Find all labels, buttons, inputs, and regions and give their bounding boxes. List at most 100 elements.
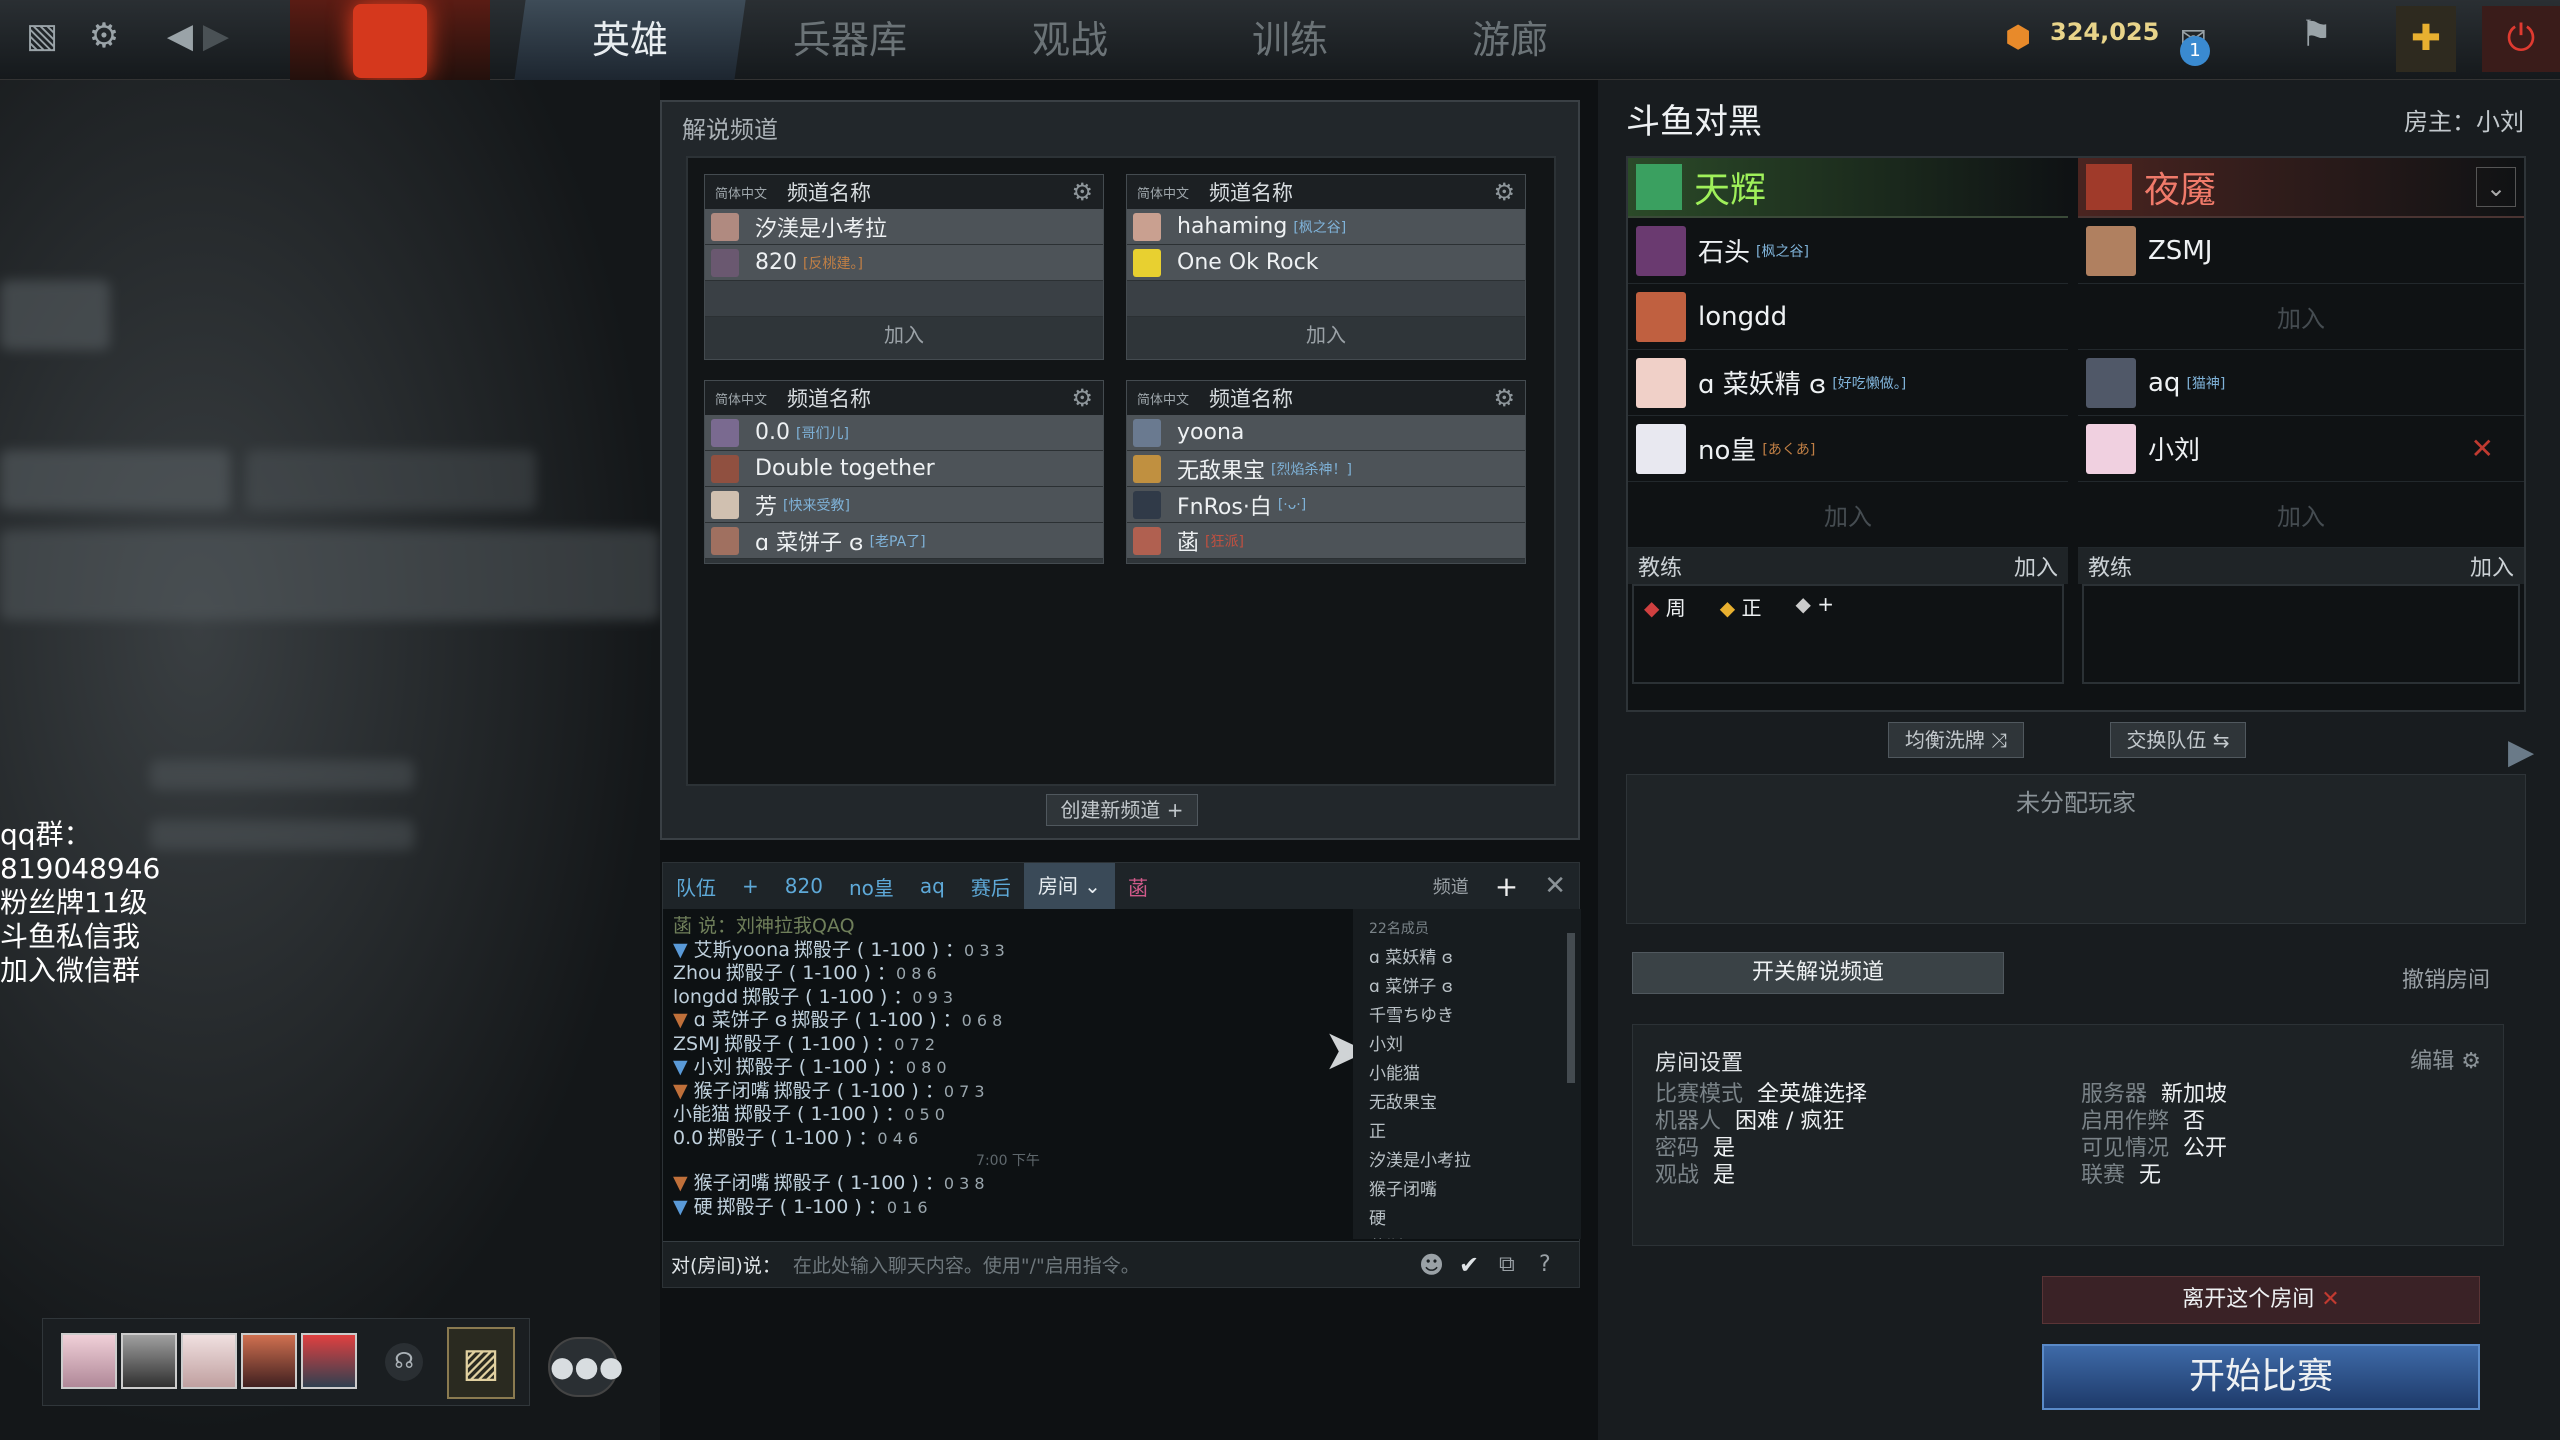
chat-sender[interactable]: Zhou xyxy=(673,962,722,984)
avatar[interactable] xyxy=(241,1333,297,1389)
chat-tab-no[interactable]: no皇 xyxy=(836,872,907,901)
gear-icon[interactable]: ⚙ xyxy=(1493,178,1515,206)
currency-amount[interactable]: 324,025 xyxy=(2050,18,2159,46)
chat-tab-han[interactable]: 菡 xyxy=(1115,872,1161,901)
avatar[interactable] xyxy=(181,1333,237,1389)
power-icon[interactable]: ⏻ xyxy=(2482,6,2560,72)
caster-channel-toggle[interactable]: 开关解说频道 xyxy=(1632,952,2004,994)
kick-icon[interactable]: ✕ xyxy=(2471,432,2494,465)
unassigned-players[interactable]: 未分配玩家 xyxy=(1626,774,2526,924)
player-slot[interactable]: ɑ 菜妖精 ɞ [好吃懒做。] xyxy=(1628,350,2068,416)
help-icon[interactable]: ? xyxy=(1539,1252,1579,1277)
tab-heroes[interactable]: 英雄 xyxy=(514,0,746,80)
cancel-room-button[interactable]: 撤销房间 xyxy=(2402,962,2490,994)
gear-icon[interactable]: ⚙ xyxy=(82,14,126,58)
member-entry[interactable]: 正 xyxy=(1369,1118,1581,1147)
plus-icon[interactable]: ✚ xyxy=(2396,6,2456,72)
member-entry[interactable]: 汐渼是小考拉 xyxy=(1369,1147,1581,1176)
channel-join-button[interactable]: 加入 xyxy=(1127,317,1525,353)
channel-member[interactable]: 无敌果宝 [烈焰杀神！] xyxy=(1127,451,1525,487)
chat-tab-aq[interactable]: aq xyxy=(907,874,958,898)
channel-member[interactable]: 汐渼是小考拉 xyxy=(705,209,1103,245)
channel-label[interactable]: 频道 xyxy=(1420,873,1482,899)
empty-slot-join[interactable]: 加入 xyxy=(1628,482,2068,548)
chat-sender[interactable]: 硬 xyxy=(694,1196,713,1218)
channel-member[interactable]: FnRos·白 [·ᴗ·] xyxy=(1127,487,1525,523)
notification-badge[interactable]: 1 xyxy=(2180,36,2210,66)
coach-entry[interactable]: ◆ 正 xyxy=(1720,592,1762,621)
member-entry[interactable]: ɑ 菜妖精 ɞ xyxy=(1369,944,1581,973)
channel-member[interactable]: 820 [反桃建。] xyxy=(705,245,1103,281)
channel-member[interactable]: 0.0 [哥们儿] xyxy=(705,415,1103,451)
chat-sender[interactable]: longdd xyxy=(673,986,738,1008)
channel-member[interactable]: hahaming [枫之谷] xyxy=(1127,209,1525,245)
coach-entry[interactable]: ◆ + xyxy=(1796,592,1835,616)
swap-teams-button[interactable]: 交换队伍 ⇆ xyxy=(2110,722,2246,758)
coach-join-button[interactable]: 加入 xyxy=(2470,550,2514,582)
channel-member[interactable]: ɑ 菜饼子 ɞ [老PA了] xyxy=(705,523,1103,559)
start-game-button[interactable]: 开始比赛 xyxy=(2042,1344,2480,1410)
member-entry[interactable]: 艾斯yoona xyxy=(1369,1234,1581,1239)
coach-join-button[interactable]: 加入 xyxy=(2014,550,2058,582)
dota-logo[interactable] xyxy=(290,0,490,82)
tab-arcade[interactable]: 游廊 xyxy=(1394,0,1625,80)
chat-tab-add[interactable]: + xyxy=(729,874,772,898)
emoji-icon[interactable]: ☻ xyxy=(1419,1251,1459,1279)
coach-entry[interactable]: ◆ 周 xyxy=(1644,592,1686,621)
member-entry[interactable]: 小能猫 xyxy=(1369,1060,1581,1089)
close-icon[interactable]: ✕ xyxy=(1531,871,1579,901)
chat-tab-room[interactable]: 房间 ⌄ xyxy=(1023,863,1115,909)
empty-slot-join[interactable]: 加入 xyxy=(2078,284,2524,350)
channel-member[interactable]: 芳 [快来受教] xyxy=(705,487,1103,523)
inventory-icon[interactable]: ⚑ xyxy=(2300,14,2332,55)
headset-icon[interactable]: ☊ xyxy=(385,1343,423,1381)
scrollbar[interactable] xyxy=(1567,933,1575,1083)
chat-sender[interactable]: 小能猫 xyxy=(673,1103,730,1125)
avatar[interactable] xyxy=(121,1333,177,1389)
tab-learn[interactable]: 训练 xyxy=(1174,0,1405,80)
create-channel-button[interactable]: 创建新频道 + xyxy=(1046,794,1198,826)
chat-sender[interactable]: ɑ 菜饼子 ɞ xyxy=(694,1009,788,1031)
chat-sender[interactable]: 0.0 xyxy=(673,1127,703,1149)
leave-room-button[interactable]: 离开这个房间 ✕ xyxy=(2042,1276,2480,1324)
empty-slot-join[interactable]: 加入 xyxy=(2078,482,2524,548)
share-icon[interactable]: ⧉ xyxy=(1499,1252,1539,1277)
channel-member[interactable]: 菡 [狂派] xyxy=(1127,523,1525,559)
player-slot[interactable]: aq [猫神] xyxy=(2078,350,2524,416)
gear-icon[interactable]: ⚙ xyxy=(1071,384,1093,412)
chat-tab-team[interactable]: 队伍 xyxy=(663,872,729,901)
channel-join-button[interactable]: 加入 xyxy=(705,317,1103,353)
channel-member[interactable]: One Ok Rock xyxy=(1127,245,1525,281)
rank-medal-icon[interactable]: ▨ xyxy=(447,1327,515,1399)
member-entry[interactable]: ɑ 菜饼子 ɞ xyxy=(1369,973,1581,1002)
avatar[interactable] xyxy=(301,1333,357,1389)
chat-tab-820[interactable]: 820 xyxy=(772,874,836,898)
chat-sender[interactable]: ZSMJ xyxy=(673,1033,720,1055)
chat-input-field[interactable]: 在此处输入聊天内容。使用"/"启用指令。 xyxy=(793,1251,1140,1278)
edit-settings-button[interactable]: 编辑 ⚙ xyxy=(2410,1043,2481,1075)
player-slot[interactable]: longdd xyxy=(1628,284,2068,350)
chat-sender[interactable]: 艾斯yoona xyxy=(694,939,790,961)
forward-arrow-icon[interactable]: ▶ xyxy=(194,14,238,58)
chat-input-bar[interactable]: 对(房间)说： 在此处输入聊天内容。使用"/"启用指令。 ☻ ✔ ⧉ ? xyxy=(663,1241,1579,1287)
avatar[interactable] xyxy=(61,1333,117,1389)
gear-icon[interactable]: ⚙ xyxy=(1071,178,1093,206)
player-slot[interactable]: ZSMJ xyxy=(2078,218,2524,284)
member-entry[interactable]: 硬 xyxy=(1369,1205,1581,1234)
player-slot[interactable]: 石头 [枫之谷] xyxy=(1628,218,2068,284)
channel-member[interactable]: Double together xyxy=(705,451,1103,487)
chat-sender[interactable]: 小刘 xyxy=(694,1056,732,1078)
member-entry[interactable]: 千雪ちゆき xyxy=(1369,1002,1581,1031)
chat-sender[interactable]: 猴子闭嘴 xyxy=(694,1080,770,1102)
chat-tab-postgame[interactable]: 赛后 xyxy=(958,872,1024,901)
social-icon[interactable]: ●●● xyxy=(548,1337,623,1397)
player-slot[interactable]: 小刘 ✕ xyxy=(2078,416,2524,482)
balance-shuffle-button[interactable]: 均衡洗牌 ⤨ xyxy=(1888,722,2024,758)
gear-icon[interactable]: ⚙ xyxy=(1493,384,1515,412)
chevron-down-icon[interactable]: ⌄ xyxy=(2476,167,2516,207)
check-icon[interactable]: ✔ xyxy=(1459,1251,1499,1279)
member-entry[interactable]: 猴子闭嘴 xyxy=(1369,1176,1581,1205)
channel-member[interactable]: yoona xyxy=(1127,415,1525,451)
member-entry[interactable]: 无敌果宝 xyxy=(1369,1089,1581,1118)
add-channel-icon[interactable]: + xyxy=(1482,870,1531,903)
